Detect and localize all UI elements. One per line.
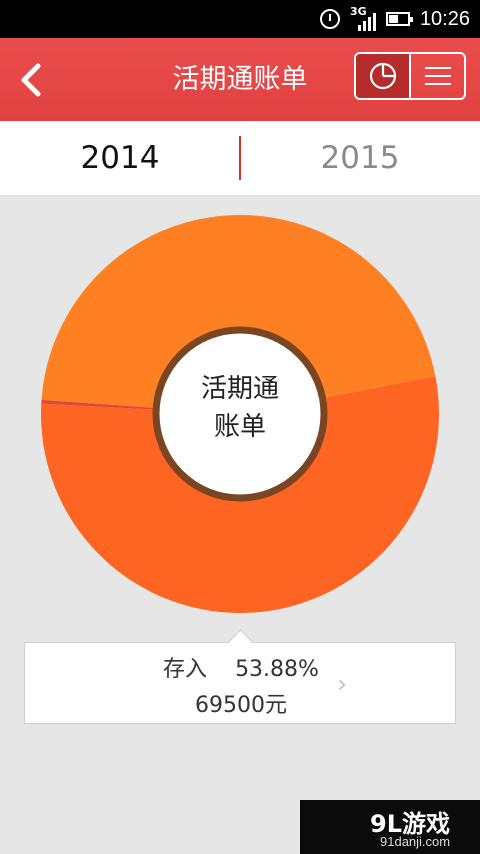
slice-detail-amount: 69500元	[195, 693, 287, 718]
slice-detail-label: 存入	[163, 657, 208, 682]
menu-icon	[424, 61, 451, 91]
year-tab-bar: 2014 2015	[0, 121, 480, 195]
status-time: 10:26	[419, 7, 470, 30]
chart-center-line-2: 账单	[213, 412, 266, 442]
slice-detail-card[interactable]: 存入 53.88% 69500元 ›	[24, 642, 456, 724]
alarm-icon	[319, 9, 340, 29]
slice-detail-label-row: 存入 53.88%	[25, 651, 457, 683]
pie-chart-view-button[interactable]	[356, 54, 411, 98]
chevron-right-icon: ›	[337, 670, 347, 698]
list-view-button[interactable]	[411, 54, 464, 98]
signal-icon: 3G	[350, 5, 376, 31]
tab-year-2014[interactable]: 2014	[0, 121, 240, 195]
tab-year-2015[interactable]: 2015	[240, 121, 480, 195]
chevron-left-icon	[21, 63, 41, 97]
pie-chart-icon	[369, 62, 396, 90]
back-button[interactable]	[14, 60, 54, 100]
battery-icon	[385, 12, 413, 26]
watermark: 9L游戏 91danji.com	[300, 800, 480, 854]
view-toggle	[354, 52, 466, 100]
app-header: 活期通账单	[0, 38, 480, 121]
chart-center-label: 活期通 账单	[170, 370, 310, 446]
chart-center-line-1: 活期通	[200, 374, 279, 404]
slice-detail-percent: 53.88%	[235, 657, 319, 682]
watermark-url: 91danji.com	[380, 834, 451, 849]
status-bar: 3G 10:26	[0, 0, 480, 38]
